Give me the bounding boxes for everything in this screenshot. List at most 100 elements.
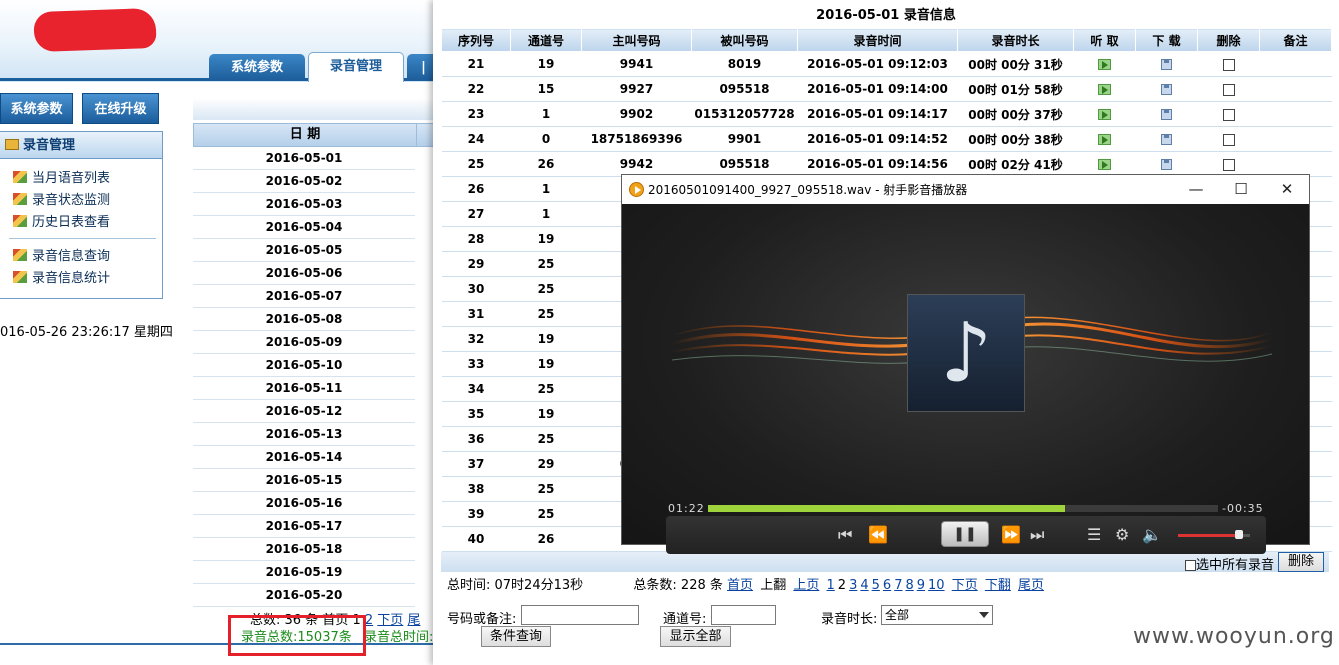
sidebar-item-record-query[interactable]: 录音信息查询 xyxy=(13,247,110,267)
date-row[interactable]: 2016-05-10 xyxy=(193,354,415,377)
table-cell: 015312057728 xyxy=(691,101,798,127)
pager-page-5[interactable]: 5 xyxy=(872,578,880,593)
play-icon[interactable] xyxy=(1098,84,1111,95)
tab-system-params[interactable]: 系统参数 xyxy=(209,54,305,81)
save-icon[interactable] xyxy=(1161,159,1172,170)
date-row[interactable]: 2016-05-20 xyxy=(193,584,415,607)
skip-back-icon[interactable]: ⏮ xyxy=(838,526,852,544)
minimize-icon[interactable]: — xyxy=(1185,179,1207,199)
date-row[interactable]: 2016-05-12 xyxy=(193,400,415,423)
table-cell: 19 xyxy=(510,226,582,252)
pager-page-8[interactable]: 8 xyxy=(905,578,913,593)
table-cell: 40 xyxy=(441,526,511,552)
sidebar-item-status-monitor[interactable]: 录音状态监测 xyxy=(13,191,110,211)
seek-bar[interactable] xyxy=(708,505,1218,512)
date-row[interactable]: 2016-05-13 xyxy=(193,423,415,446)
tab-recording-management[interactable]: 录音管理 xyxy=(308,52,404,82)
online-upgrade-button[interactable]: 在线升级 xyxy=(82,93,159,124)
record-pager: 总时间: 07时24分13秒 总条数: 228 条 首页 上翻 上页 12345… xyxy=(447,574,1047,593)
delete-button[interactable]: 删除 xyxy=(1278,552,1324,572)
pager-page-4[interactable]: 4 xyxy=(860,578,868,593)
date-row[interactable]: 2016-05-06 xyxy=(193,262,415,285)
channel-input[interactable] xyxy=(711,605,776,625)
delete-cell xyxy=(1197,101,1260,127)
pager-page-9[interactable]: 9 xyxy=(917,578,925,593)
player-controls: ⏮ ⏪ ❚❚ ⏩ ⏭ ☰ ⚙ 🔈 xyxy=(666,516,1266,554)
play-icon[interactable] xyxy=(1098,59,1111,70)
rewind-icon[interactable]: ⏪ xyxy=(868,526,888,544)
table-cell: 29 xyxy=(510,451,582,477)
row-checkbox[interactable] xyxy=(1222,83,1235,96)
date-row[interactable]: 2016-05-01 xyxy=(193,147,415,170)
row-checkbox[interactable] xyxy=(1222,133,1235,146)
duration-select[interactable]: 全部 xyxy=(881,605,993,625)
row-checkbox[interactable] xyxy=(1222,108,1235,121)
number-input[interactable] xyxy=(521,605,639,625)
date-row[interactable]: 2016-05-11 xyxy=(193,377,415,400)
close-icon[interactable]: ✕ xyxy=(1276,179,1298,199)
media-player-window: 20160501091400_9927_095518.wav - 射手影音播放器… xyxy=(621,174,1310,554)
pager-page-1[interactable]: 1 xyxy=(827,578,835,593)
save-icon[interactable] xyxy=(1161,59,1172,70)
date-row[interactable]: 2016-05-17 xyxy=(193,515,415,538)
player-titlebar[interactable]: 20160501091400_9927_095518.wav - 射手影音播放器… xyxy=(622,175,1309,204)
query-button[interactable]: 条件查询 xyxy=(481,626,551,647)
volume-icon[interactable]: 🔈 xyxy=(1142,526,1162,544)
pager-page-7[interactable]: 7 xyxy=(894,578,902,593)
date-row[interactable]: 2016-05-04 xyxy=(193,216,415,239)
panel-title: 录音管理 xyxy=(23,138,76,153)
maximize-icon[interactable]: ☐ xyxy=(1230,179,1252,199)
date-row[interactable]: 2016-05-16 xyxy=(193,492,415,515)
playlist-icon[interactable]: ☰ xyxy=(1087,526,1101,544)
sidebar-item-monthly-list[interactable]: 当月语音列表 xyxy=(13,169,110,189)
date-row[interactable]: 2016-05-08 xyxy=(193,308,415,331)
table-row: 24 0 18751869396 9901 2016-05-01 09:14:52 00时… xyxy=(441,126,1332,152)
date-row[interactable]: 2016-05-19 xyxy=(193,561,415,584)
settings-icon[interactable]: ⚙ xyxy=(1115,526,1129,544)
show-all-button[interactable]: 显示全部 xyxy=(660,626,731,647)
date-row[interactable]: 2016-05-07 xyxy=(193,285,415,308)
select-all-checkbox[interactable] xyxy=(1185,560,1196,571)
pause-icon[interactable]: ❚❚ xyxy=(941,521,989,547)
pager-page-6[interactable]: 6 xyxy=(883,578,891,593)
highlight-box xyxy=(228,615,366,656)
play-icon[interactable] xyxy=(1098,159,1111,170)
table-cell: 26 xyxy=(441,176,511,202)
fast-forward-icon[interactable]: ⏩ xyxy=(1001,526,1021,544)
pager-down-flip[interactable]: 下翻 xyxy=(985,578,1011,593)
date-row[interactable]: 2016-05-09 xyxy=(193,331,415,354)
visualizer-area[interactable]: ♪ 01:22 -00:35 ⏮ ⏪ ❚❚ ⏩ ⏭ ☰ ⚙ 🔈 xyxy=(622,204,1309,554)
skip-forward-icon[interactable]: ⏭ xyxy=(1030,526,1044,544)
play-icon[interactable] xyxy=(1098,109,1111,120)
save-icon[interactable] xyxy=(1161,134,1172,145)
pager-first[interactable]: 首页 xyxy=(727,578,753,593)
row-checkbox[interactable] xyxy=(1222,58,1235,71)
volume-slider[interactable] xyxy=(1178,530,1250,539)
sidebar-item-record-stats[interactable]: 录音信息统计 xyxy=(13,269,110,289)
sidebar-item-history[interactable]: 历史日表查看 xyxy=(13,213,110,233)
volume-handle[interactable] xyxy=(1235,530,1244,539)
table-cell: 38 xyxy=(441,476,511,502)
date-row[interactable]: 2016-05-18 xyxy=(193,538,415,561)
row-checkbox[interactable] xyxy=(1222,158,1235,171)
table-cell: 095518 xyxy=(691,76,798,102)
pager-page-10[interactable]: 10 xyxy=(928,578,945,593)
date-row[interactable]: 2016-05-02 xyxy=(193,170,415,193)
elapsed-time: 01:22 xyxy=(668,502,705,515)
date-row[interactable]: 2016-05-15 xyxy=(193,469,415,492)
system-params-button[interactable]: 系统参数 xyxy=(0,93,73,124)
play-icon[interactable] xyxy=(1098,134,1111,145)
pager-last[interactable]: 尾页 xyxy=(1018,578,1044,593)
date-row[interactable]: 2016-05-03 xyxy=(193,193,415,216)
volume-fill xyxy=(1178,534,1240,537)
player-title: 20160501091400_9927_095518.wav - 射手影音播放器 xyxy=(648,183,968,197)
pager-page-3[interactable]: 3 xyxy=(849,578,857,593)
save-icon[interactable] xyxy=(1161,84,1172,95)
select-all-control[interactable]: 选中所有录音 xyxy=(1185,554,1274,573)
save-icon[interactable] xyxy=(1161,109,1172,120)
pager-next[interactable]: 下页 xyxy=(952,578,978,593)
pager-prev[interactable]: 上页 xyxy=(793,578,819,593)
date-row[interactable]: 2016-05-05 xyxy=(193,239,415,262)
date-row[interactable]: 2016-05-14 xyxy=(193,446,415,469)
table-cell: 37 xyxy=(441,451,511,477)
